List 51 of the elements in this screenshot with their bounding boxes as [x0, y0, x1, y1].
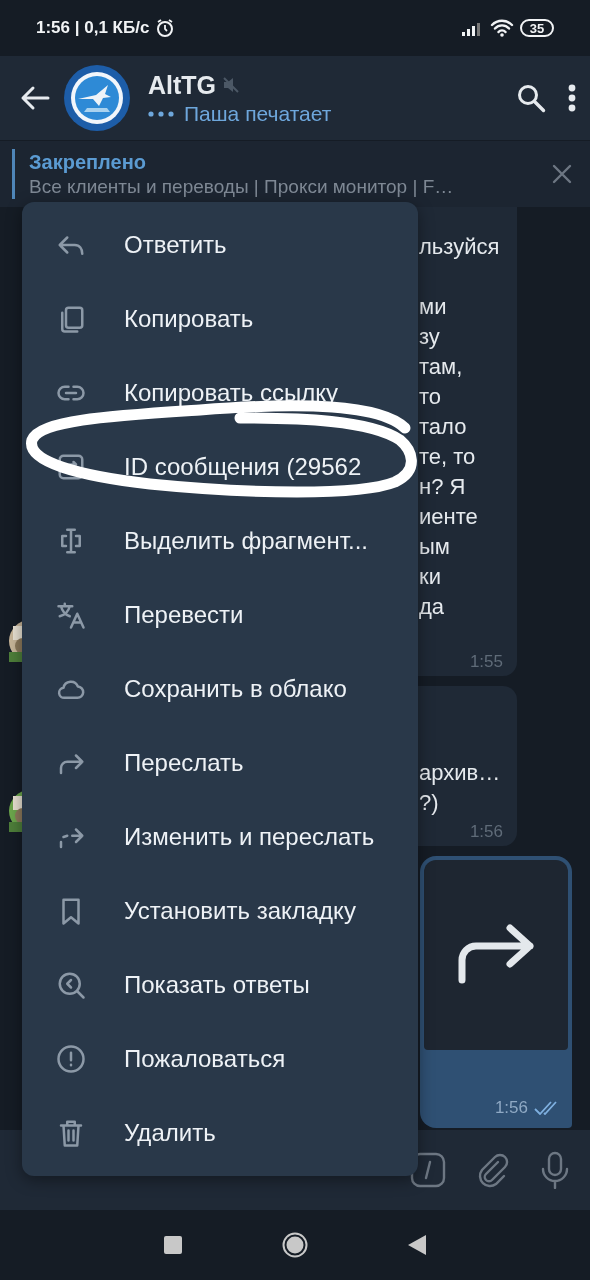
message-text: ки	[419, 563, 442, 591]
menu-item[interactable]: Выделить фрагмент...	[22, 504, 418, 578]
attach-icon[interactable]	[476, 1152, 510, 1188]
message-time: 1:55	[469, 652, 503, 671]
message-text: ?)	[419, 789, 440, 817]
message-text: архив…	[419, 759, 502, 787]
menu-item[interactable]: Пожаловаться	[22, 1022, 418, 1096]
menu-item[interactable]: Ответить	[22, 208, 418, 282]
message-text: тало	[419, 413, 468, 441]
home-button-icon[interactable]	[282, 1232, 308, 1258]
menu-item[interactable]: Копировать	[22, 282, 418, 356]
message-text: н? Я	[419, 473, 467, 501]
menu-item[interactable]: ID сообщения (29562	[22, 430, 418, 504]
menu-item[interactable]: Установить закладку	[22, 874, 418, 948]
menu-item[interactable]: Изменить и переслать	[22, 800, 418, 874]
message-text: там,	[419, 353, 464, 381]
forward-arrow-icon	[456, 924, 536, 986]
message-text: ми	[419, 293, 448, 321]
forwarded-media[interactable]	[424, 860, 568, 1050]
back-button-icon[interactable]	[408, 1235, 426, 1255]
alarm-icon	[155, 18, 176, 38]
menu-item[interactable]: Сохранить в облако	[22, 652, 418, 726]
message-text: льзуйся	[419, 233, 501, 261]
chat-title: AltTG	[148, 70, 217, 100]
id-icon	[56, 452, 86, 482]
microphone-icon[interactable]	[540, 1151, 570, 1189]
more-options-icon[interactable]	[568, 84, 576, 112]
magnifier-arrow-icon	[56, 970, 86, 1000]
pinned-message[interactable]: Все клиенты и переводы | Прокси монитор | F…	[29, 175, 552, 198]
battery-icon: 35	[520, 19, 554, 37]
message-text: ым	[419, 533, 451, 561]
message-text: те, то	[419, 443, 477, 471]
menu-item[interactable]: Удалить	[22, 1096, 418, 1170]
search-icon[interactable]	[516, 83, 546, 113]
message-time: 1:56	[494, 1098, 528, 1118]
translate-icon	[56, 600, 86, 630]
menu-item[interactable]: Переслать	[22, 726, 418, 800]
menu-item[interactable]: Перевести	[22, 578, 418, 652]
message-text: иенте	[419, 503, 479, 531]
message-text: то	[419, 383, 443, 411]
message-time: 1:56	[469, 822, 503, 841]
menu-item[interactable]: Показать ответы	[22, 948, 418, 1022]
exclamation-icon	[56, 1044, 86, 1074]
status-text: 1:56 | 0,1 КБ/с	[36, 18, 150, 38]
wifi-icon	[490, 19, 514, 37]
back-arrow-icon[interactable]	[20, 85, 50, 111]
typing-status: Паша печатает	[184, 101, 332, 126]
message-text: да	[419, 593, 446, 621]
close-icon[interactable]	[552, 164, 572, 184]
pinned-label: Закреплено	[29, 150, 147, 174]
message-text: зу	[419, 323, 441, 351]
